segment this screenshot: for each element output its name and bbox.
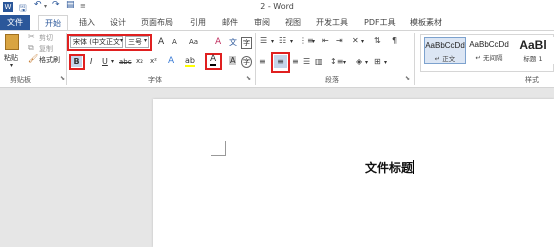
font-group-label: 字体 bbox=[148, 76, 162, 84]
line-spacing-dropdown-icon[interactable]: ▾ bbox=[343, 59, 346, 66]
bullets-dropdown-icon[interactable]: ▾ bbox=[271, 38, 274, 45]
format-painter-icon[interactable]: 🖌 bbox=[28, 54, 38, 63]
enclose-characters-button[interactable]: 字 bbox=[241, 37, 252, 49]
character-border-button[interactable]: 字 bbox=[241, 56, 252, 68]
tab-page-layout[interactable]: 页面布局 bbox=[141, 15, 173, 30]
sort-icon[interactable]: ⇅ bbox=[374, 36, 381, 45]
style-heading-1-preview: AaBl bbox=[519, 38, 547, 52]
tab-template-material[interactable]: 模板素材 bbox=[410, 15, 442, 30]
bold-button[interactable]: B bbox=[71, 56, 82, 67]
group-divider bbox=[414, 33, 415, 85]
align-right-icon[interactable]: ≡ bbox=[292, 57, 299, 66]
borders-icon[interactable]: ⊞ bbox=[374, 57, 381, 66]
margin-corner-mark bbox=[211, 141, 226, 156]
align-center-icon: ≡ bbox=[277, 57, 284, 66]
tab-insert[interactable]: 插入 bbox=[79, 15, 95, 30]
style-normal-name: ↵ 正文 bbox=[434, 55, 456, 63]
tab-developer[interactable]: 开发工具 bbox=[316, 15, 348, 30]
style-no-spacing[interactable]: AaBbCcDd ↵ 无间隔 bbox=[468, 37, 510, 64]
tab-design[interactable]: 设计 bbox=[110, 15, 126, 30]
paste-icon[interactable] bbox=[5, 34, 19, 50]
format-painter-button[interactable]: 格式刷 bbox=[39, 55, 60, 65]
align-center-button[interactable]: ≡ bbox=[274, 55, 287, 68]
paragraph-group-label: 段落 bbox=[325, 76, 339, 84]
font-color-button[interactable]: A bbox=[210, 54, 217, 66]
chinese-layout-icon[interactable]: ✕ bbox=[352, 36, 359, 45]
tab-mailings[interactable]: 邮件 bbox=[222, 15, 238, 30]
text-cursor bbox=[413, 160, 414, 174]
chinese-layout-dropdown-icon[interactable]: ▾ bbox=[361, 38, 364, 45]
tab-references[interactable]: 引用 bbox=[190, 15, 206, 30]
style-normal-preview: AaBbCcDd bbox=[425, 41, 465, 50]
styles-group-label: 样式 bbox=[525, 76, 539, 84]
paste-dropdown-icon[interactable]: ▾ bbox=[10, 62, 13, 69]
phonetic-guide-button[interactable]: 文 bbox=[229, 37, 237, 48]
font-size-dropdown-icon[interactable]: ▾ bbox=[144, 37, 147, 44]
paragraph-dialog-launcher-icon[interactable]: ⬊ bbox=[405, 75, 410, 82]
change-case-button[interactable]: Aa bbox=[189, 38, 198, 46]
tab-home[interactable]: 开始 bbox=[38, 15, 68, 31]
copy-button[interactable]: 复制 bbox=[39, 44, 53, 54]
tab-pdf-tools[interactable]: PDF工具 bbox=[364, 15, 396, 30]
style-no-spacing-preview: AaBbCcDd bbox=[469, 40, 509, 49]
decrease-indent-icon[interactable]: ⇤ bbox=[322, 36, 329, 45]
shading-icon[interactable]: ◈ bbox=[356, 57, 362, 66]
ribbon-tab-bar: 文件 开始 插入 设计 页面布局 引用 邮件 审阅 视图 开发工具 PDF工具 … bbox=[0, 15, 554, 31]
justify-icon[interactable]: ☰ bbox=[303, 57, 310, 66]
clipboard-group-label: 剪贴板 bbox=[10, 76, 31, 84]
window-title: 2 - Word bbox=[260, 2, 294, 11]
strikethrough-button[interactable]: abc bbox=[119, 58, 132, 66]
clear-formatting-button[interactable]: A bbox=[215, 37, 221, 47]
line-spacing-icon[interactable]: ↕≡ bbox=[330, 57, 343, 66]
cut-icon[interactable]: ✂ bbox=[28, 32, 35, 41]
font-name-dropdown-icon[interactable]: ▾ bbox=[120, 37, 123, 44]
title-bar: W 🖫 ↶ ▾ ↷ ▤ ≡ 2 - Word bbox=[0, 0, 554, 15]
font-dialog-launcher-icon[interactable]: ⬊ bbox=[246, 75, 251, 82]
text-effects-button[interactable]: A bbox=[168, 56, 174, 66]
borders-dropdown-icon[interactable]: ▾ bbox=[384, 59, 387, 66]
increase-indent-icon[interactable]: ⇥ bbox=[336, 36, 343, 45]
tab-file[interactable]: 文件 bbox=[0, 15, 30, 30]
copy-icon[interactable]: ⧉ bbox=[28, 43, 34, 53]
font-size-value: 三号 bbox=[128, 38, 142, 46]
character-shading-button[interactable]: A bbox=[229, 56, 237, 65]
tab-review[interactable]: 审阅 bbox=[254, 15, 270, 30]
align-left-icon[interactable]: ≡ bbox=[259, 57, 266, 66]
show-paragraph-marks-icon[interactable]: ¶ bbox=[392, 36, 397, 45]
style-normal[interactable]: AaBbCcDd ↵ 正文 bbox=[424, 37, 466, 64]
tab-view[interactable]: 视图 bbox=[285, 15, 301, 30]
distributed-align-icon[interactable]: ▥ bbox=[315, 57, 323, 66]
bullets-icon[interactable]: ☰ bbox=[260, 36, 267, 45]
underline-button[interactable]: U bbox=[102, 57, 108, 66]
cut-button[interactable]: 剪切 bbox=[39, 33, 53, 43]
superscript-button[interactable]: x² bbox=[150, 57, 157, 65]
underline-dropdown-icon[interactable]: ▾ bbox=[111, 58, 114, 65]
multilevel-dropdown-icon[interactable]: ▾ bbox=[312, 38, 315, 45]
shrink-font-button[interactable]: A bbox=[172, 38, 177, 46]
clipboard-dialog-launcher-icon[interactable]: ⬊ bbox=[60, 75, 65, 82]
group-divider bbox=[255, 33, 256, 85]
italic-button[interactable]: I bbox=[90, 57, 92, 66]
ribbon: 粘贴 ▾ ✂ 剪切 ⧉ 复制 🖌 格式刷 剪贴板 ⬊ 宋体 (中文正文 ▾ 三号… bbox=[0, 30, 554, 88]
numbering-icon[interactable]: ☷ bbox=[279, 36, 286, 45]
document-page[interactable]: 文件标题 bbox=[153, 99, 554, 247]
style-no-spacing-name: ↵ 无间隔 bbox=[475, 54, 503, 62]
font-name-combo[interactable]: 宋体 (中文正文 bbox=[70, 36, 123, 48]
shading-dropdown-icon[interactable]: ▾ bbox=[365, 59, 368, 66]
document-heading-text[interactable]: 文件标题 bbox=[365, 159, 413, 176]
style-heading-1-name: 标题 1 bbox=[523, 55, 543, 63]
style-heading-1[interactable]: AaBl 标题 1 bbox=[512, 37, 554, 64]
highlight-color-button[interactable]: ab bbox=[185, 56, 195, 67]
font-name-value: 宋体 (中文正文 bbox=[73, 38, 120, 46]
subscript-button[interactable]: x₂ bbox=[136, 57, 143, 65]
grow-font-button[interactable]: A bbox=[158, 37, 164, 47]
numbering-dropdown-icon[interactable]: ▾ bbox=[290, 38, 293, 45]
